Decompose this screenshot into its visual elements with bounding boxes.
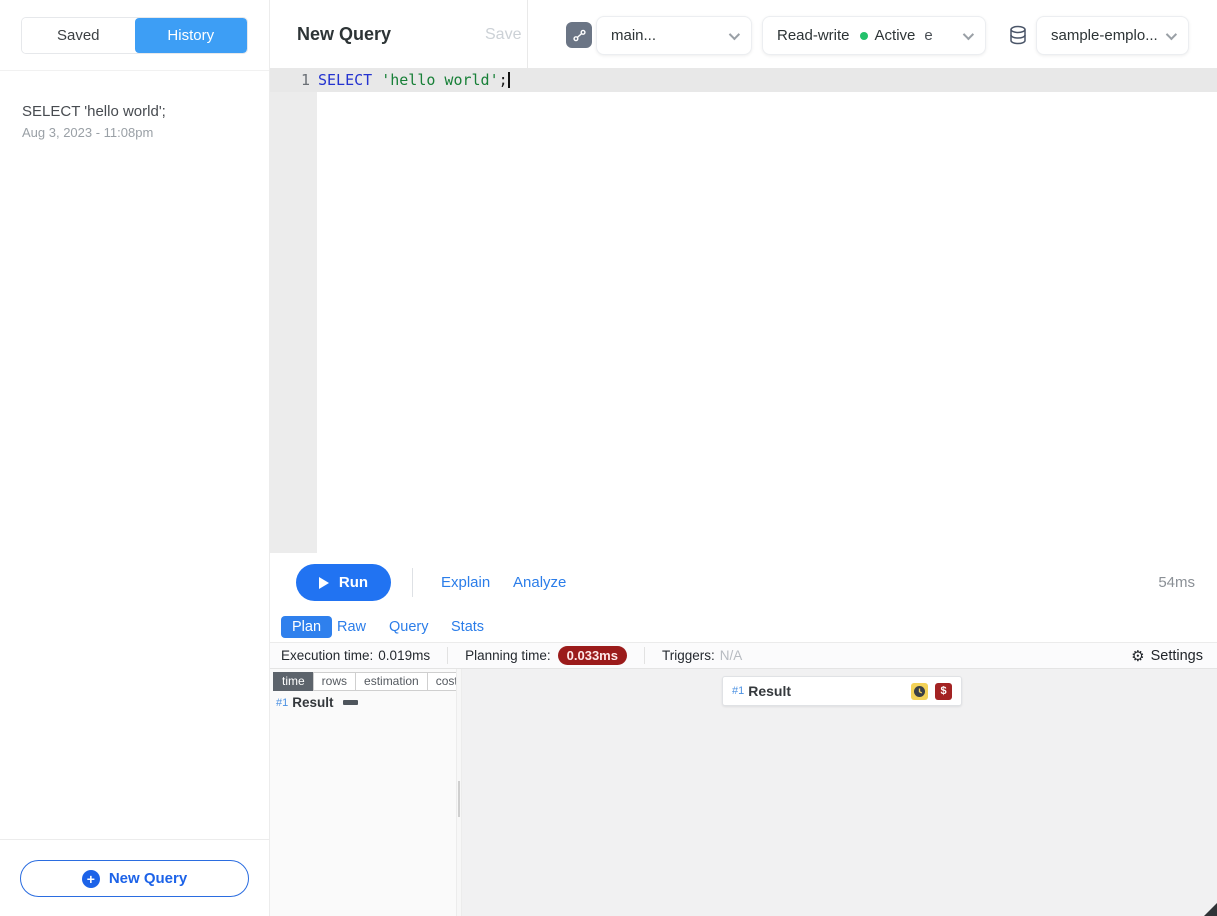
tab-saved[interactable]: Saved (22, 18, 135, 53)
saved-history-toggle: Saved History (21, 17, 248, 54)
plan-stats-bar: Execution time: 0.019ms Planning time: 0… (270, 642, 1217, 669)
database-icon (1007, 24, 1029, 46)
tab-stats[interactable]: Stats (451, 612, 484, 642)
plan-node-card[interactable]: #1 Result $ (722, 676, 962, 706)
git-branch-icon (572, 28, 587, 43)
planning-time-stat: Planning time: 0.033ms (448, 647, 645, 664)
branch-button[interactable] (566, 22, 592, 48)
status-dot-icon (860, 32, 868, 40)
sidebar-footer: + New Query (0, 839, 269, 916)
run-button[interactable]: Run (296, 564, 391, 601)
chevron-down-icon (729, 28, 740, 39)
execution-time-stat: Execution time: 0.019ms (270, 647, 448, 664)
run-toolbar: Run Explain Analyze 54ms (270, 553, 1217, 612)
editor-gutter (270, 68, 317, 553)
header-divider (527, 0, 528, 68)
run-label: Run (339, 574, 368, 591)
results-tab-bar: Plan Raw Query Stats (270, 612, 1217, 642)
new-query-button[interactable]: + New Query (20, 860, 249, 897)
sql-punctuation: ; (499, 71, 508, 89)
history-item[interactable]: SELECT 'hello world'; Aug 3, 2023 - 11:0… (22, 103, 257, 140)
node-id: #1 (276, 697, 288, 709)
history-query-text: SELECT 'hello world'; (22, 103, 257, 120)
page-title: New Query (297, 24, 391, 45)
text-cursor (508, 72, 510, 88)
node-name: Result (748, 683, 791, 699)
settings-label: Settings (1151, 648, 1203, 664)
query-duration: 54ms (1158, 553, 1195, 612)
sidebar-divider (0, 70, 269, 71)
sql-keyword: SELECT (318, 71, 372, 89)
connection-dropdown[interactable]: Read-write Active e (762, 16, 986, 55)
connection-mode: Read-write (777, 27, 850, 44)
new-query-label: New Query (109, 870, 187, 887)
settings-button[interactable]: ⚙ Settings (1131, 647, 1217, 665)
cost-badge: $ (935, 683, 952, 700)
sql-string: 'hello world' (372, 71, 498, 89)
clock-icon (913, 685, 926, 698)
tab-history[interactable]: History (135, 18, 248, 53)
branch-dropdown[interactable]: main... (596, 16, 752, 55)
connection-extra: e (924, 27, 932, 44)
plan-tree-panel: time rows estimation cost #1 Result (270, 669, 456, 916)
dollar-icon: $ (940, 685, 946, 697)
triggers-stat: Triggers: N/A (645, 647, 1131, 664)
duration-bar (343, 700, 358, 705)
time-badge (911, 683, 928, 700)
save-button[interactable]: Save (485, 26, 521, 44)
planning-time-badge: 0.033ms (558, 646, 627, 665)
metric-tab-rows[interactable]: rows (313, 672, 356, 691)
explain-button[interactable]: Explain (441, 553, 490, 612)
plan-metric-tabs: time rows estimation cost (273, 672, 467, 691)
play-icon (319, 577, 329, 589)
plan-tree-node[interactable]: #1 Result (276, 695, 358, 710)
triggers-value: N/A (720, 648, 743, 663)
tab-raw[interactable]: Raw (337, 612, 366, 642)
gear-icon: ⚙ (1131, 647, 1144, 665)
branch-dropdown-value: main... (611, 27, 656, 44)
sql-query-app: Saved History SELECT 'hello world'; Aug … (0, 0, 1217, 916)
toolbar-divider (412, 568, 413, 597)
sidebar: Saved History SELECT 'hello world'; Aug … (0, 0, 270, 916)
plan-canvas[interactable]: #1 Result $ (462, 669, 1217, 916)
execution-time-value: 0.019ms (378, 648, 430, 663)
analyze-button[interactable]: Analyze (513, 553, 566, 612)
sql-editor[interactable]: 1 SELECT 'hello world'; (270, 68, 1217, 553)
plus-icon: + (82, 870, 100, 888)
splitter-handle-icon (458, 781, 460, 817)
history-timestamp: Aug 3, 2023 - 11:08pm (22, 125, 257, 140)
chevron-down-icon (963, 28, 974, 39)
node-name: Result (292, 695, 333, 710)
line-number: 1 (270, 68, 310, 92)
database-dropdown[interactable]: sample-emplo... (1036, 16, 1189, 55)
planning-time-label: Planning time: (465, 648, 551, 663)
connection-status: Active (875, 27, 916, 44)
main-header: New Query Save main... Read-write Active… (270, 0, 1217, 68)
metric-tab-estimation[interactable]: estimation (355, 672, 428, 691)
node-id: #1 (732, 685, 744, 697)
metric-tab-time[interactable]: time (273, 672, 314, 691)
database-dropdown-value: sample-emplo... (1051, 27, 1158, 44)
tab-plan[interactable]: Plan (281, 616, 332, 638)
execution-time-label: Execution time: (281, 648, 373, 663)
code-line[interactable]: SELECT 'hello world'; (318, 68, 510, 92)
triggers-label: Triggers: (662, 648, 715, 663)
chevron-down-icon (1166, 28, 1177, 39)
tab-query[interactable]: Query (389, 612, 429, 642)
resize-corner-icon[interactable] (1204, 903, 1217, 916)
